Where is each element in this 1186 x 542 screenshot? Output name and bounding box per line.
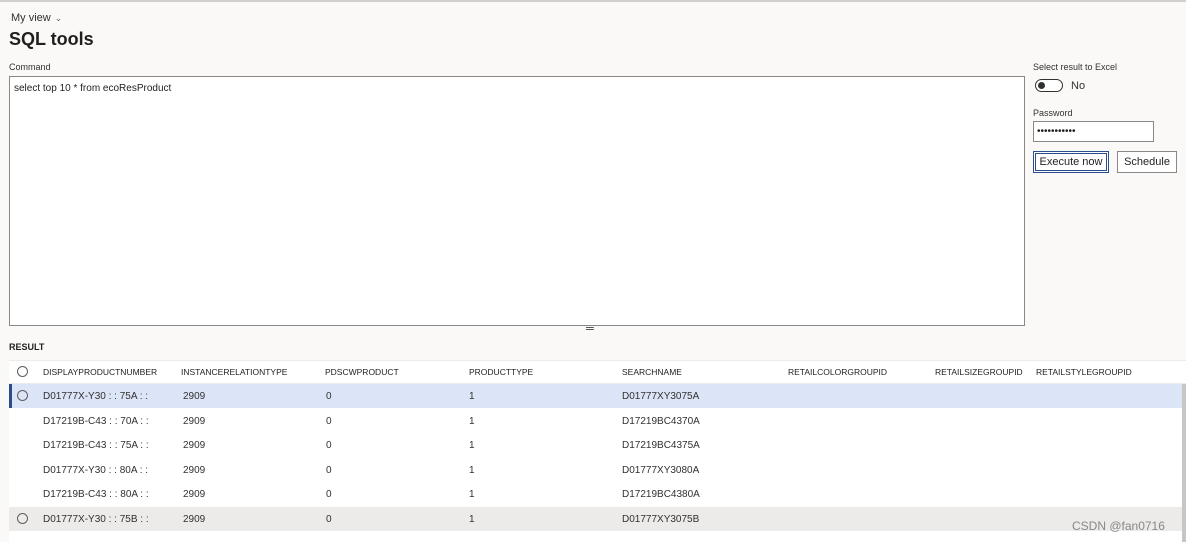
execute-now-button[interactable]: Execute now bbox=[1033, 151, 1109, 173]
table-row[interactable]: D17219B-C43 : : 80A : : 2909 0 1 D17219BC438… bbox=[9, 482, 1182, 506]
table-cell: 1 bbox=[469, 514, 475, 525]
toggle-knob bbox=[1038, 82, 1045, 89]
password-field[interactable] bbox=[1033, 121, 1154, 142]
more-options-icon[interactable]: ⋮ bbox=[1181, 362, 1186, 374]
vertical-scrollbar[interactable] bbox=[1182, 384, 1186, 542]
table-cell: 0 bbox=[326, 464, 332, 476]
table-cell: 0 bbox=[326, 489, 332, 501]
result-grid: DISPLAYPRODUCTNUMBER INSTANCERELATIONTYP… bbox=[9, 360, 1186, 542]
result-label: RESULT bbox=[9, 342, 45, 352]
table-row[interactable]: D17219B-C43 : : 70A : : 2909 0 1 D17219BC437… bbox=[9, 409, 1182, 433]
table-cell: 2909 bbox=[183, 440, 206, 452]
table-cell: D01777XY3075A bbox=[622, 391, 700, 402]
column-header[interactable]: PRODUCTTYPE bbox=[469, 367, 533, 377]
select-all-radio[interactable] bbox=[17, 366, 28, 377]
table-cell: D01777XY3075B bbox=[622, 514, 700, 525]
watermark: CSDN @fan0716 bbox=[1072, 519, 1165, 533]
table-cell: D01777X-Y30 : : 75B : : bbox=[43, 514, 149, 525]
table-cell: D17219BC4370A bbox=[622, 415, 700, 427]
row-select-radio[interactable] bbox=[17, 390, 28, 401]
column-header[interactable]: PDSCWPRODUCT bbox=[325, 367, 399, 377]
column-header[interactable]: RETAILSTYLEGROUPID bbox=[1036, 367, 1132, 377]
table-cell: 2909 bbox=[183, 464, 206, 476]
table-cell: 2909 bbox=[183, 415, 206, 427]
table-cell: D01777XY3080A bbox=[622, 464, 700, 476]
excel-toggle-state: No bbox=[1071, 80, 1086, 92]
grid-header: DISPLAYPRODUCTNUMBER INSTANCERELATIONTYP… bbox=[9, 361, 1186, 384]
top-border bbox=[0, 0, 1186, 2]
table-cell: 1 bbox=[469, 415, 475, 427]
column-header[interactable]: DISPLAYPRODUCTNUMBER bbox=[43, 367, 157, 377]
excel-toggle[interactable] bbox=[1035, 79, 1063, 92]
schedule-button[interactable]: Schedule bbox=[1117, 151, 1177, 173]
table-cell: 2909 bbox=[183, 391, 206, 402]
table-cell: 1 bbox=[469, 391, 475, 402]
table-cell: 1 bbox=[469, 489, 475, 501]
command-input[interactable] bbox=[9, 76, 1025, 326]
command-label: Command bbox=[9, 62, 51, 72]
table-row[interactable]: D01777X-Y30 : : 75B : : 2909 0 1 D01777XY307… bbox=[9, 507, 1182, 531]
table-cell: 1 bbox=[469, 464, 475, 476]
table-cell: 1 bbox=[469, 440, 475, 452]
table-cell: 2909 bbox=[183, 489, 206, 501]
password-label: Password bbox=[1033, 108, 1073, 118]
table-cell: D17219B-C43 : : 80A : : bbox=[43, 489, 149, 501]
table-cell: 2909 bbox=[183, 514, 206, 525]
table-row[interactable]: D01777X-Y30 : : 75A : : 2909 0 1 D01777XY307… bbox=[9, 384, 1182, 408]
chevron-down-icon: ⌄ bbox=[54, 12, 63, 23]
table-cell: D17219BC4380A bbox=[622, 489, 700, 501]
my-view-label: My view bbox=[11, 12, 51, 24]
column-header[interactable]: RETAILSIZEGROUPID bbox=[935, 367, 1023, 377]
resize-handle-icon[interactable]: ═ bbox=[586, 324, 594, 335]
table-cell: 0 bbox=[326, 391, 332, 402]
selection-indicator bbox=[9, 384, 12, 408]
table-row[interactable]: D01777X-Y30 : : 80A : : 2909 0 1 D01777XY308… bbox=[9, 458, 1182, 482]
table-cell: D01777X-Y30 : : 80A : : bbox=[43, 464, 149, 476]
table-cell: 0 bbox=[326, 415, 332, 427]
table-cell: D01777X-Y30 : : 75A : : bbox=[43, 391, 149, 402]
table-cell: D17219BC4375A bbox=[622, 440, 700, 452]
table-cell: 0 bbox=[326, 440, 332, 452]
table-row[interactable]: D17219B-C43 : : 75A : : 2909 0 1 D17219BC437… bbox=[9, 433, 1182, 457]
column-header[interactable]: RETAILCOLORGROUPID bbox=[788, 367, 887, 377]
page-title: SQL tools bbox=[9, 29, 94, 49]
column-header[interactable]: INSTANCERELATIONTYPE bbox=[181, 367, 287, 377]
my-view-selector[interactable]: My view ⌄ bbox=[11, 12, 62, 24]
column-header[interactable]: SEARCHNAME bbox=[622, 367, 682, 377]
excel-toggle-label: Select result to Excel bbox=[1033, 62, 1118, 72]
table-cell: 0 bbox=[326, 514, 332, 525]
table-cell: D17219B-C43 : : 70A : : bbox=[43, 415, 149, 427]
row-select-radio[interactable] bbox=[17, 513, 28, 524]
table-cell: D17219B-C43 : : 75A : : bbox=[43, 440, 149, 452]
